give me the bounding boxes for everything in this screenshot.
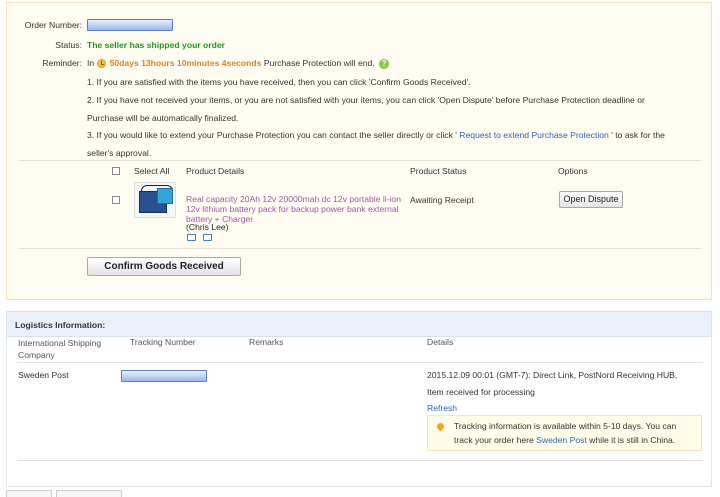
tip-line-1: Tracking information is available within… bbox=[454, 421, 677, 431]
reminder-text: In 50days 13hours 10minutes 4seconds Pur… bbox=[87, 58, 390, 69]
reminder-in: In bbox=[87, 58, 95, 68]
header-tracking: Tracking Number bbox=[130, 337, 196, 347]
clock-icon bbox=[96, 59, 106, 69]
details-line-1: 2015.12.09 00:01 (GMT-7): Direct Link, P… bbox=[427, 370, 678, 380]
details-line-2: Item received for processing bbox=[427, 387, 535, 397]
confirm-goods-received-button[interactable]: Confirm Goods Received bbox=[87, 257, 241, 276]
divider bbox=[19, 248, 701, 249]
seller-name: (Chris Lee) bbox=[186, 222, 229, 232]
reminder-tail: Purchase Protection will end. bbox=[263, 58, 375, 68]
header-product-details: Product Details bbox=[186, 166, 245, 176]
note-3a-post: ' to ask for the bbox=[611, 130, 665, 140]
select-all-checkbox[interactable] bbox=[112, 167, 120, 175]
tracking-number-redacted bbox=[121, 370, 207, 382]
chat-icon[interactable] bbox=[203, 234, 212, 241]
open-dispute-button[interactable]: Open Dispute bbox=[559, 191, 623, 208]
snapshot-icon[interactable] bbox=[187, 234, 196, 241]
refresh-link[interactable]: Refresh bbox=[427, 403, 457, 413]
item-checkbox[interactable] bbox=[112, 196, 120, 204]
logistics-panel: Logistics Information: International Shi… bbox=[6, 311, 712, 487]
tip-line-2-post: while it is still in China. bbox=[586, 435, 676, 445]
extend-protection-link[interactable]: Request to extend Purchase Protection bbox=[457, 130, 611, 140]
header-options: Options bbox=[558, 166, 588, 176]
countdown: 50days 13hours 10minutes 4seconds bbox=[109, 58, 262, 68]
help-icon[interactable]: ? bbox=[379, 58, 390, 69]
reminder-label: Reminder: bbox=[42, 58, 82, 68]
status-label: Status: bbox=[55, 40, 82, 50]
order-number-redacted bbox=[87, 19, 173, 31]
header-company: International Shipping Company bbox=[18, 338, 102, 360]
logistics-header: Logistics Information: bbox=[7, 312, 711, 337]
order-panel: Order Number: Status: The seller has shi… bbox=[6, 2, 712, 300]
tip-line-2-pre: track your order here bbox=[454, 435, 537, 445]
note-3a-pre: 3. If you would like to extend your Purc… bbox=[87, 130, 457, 140]
note-3b: seller's approval. bbox=[87, 148, 152, 158]
order-number-label: Order Number: bbox=[24, 20, 82, 30]
header-product-status: Product Status bbox=[410, 166, 467, 176]
header-details: Details bbox=[427, 337, 454, 347]
shipping-company: Sweden Post bbox=[18, 370, 69, 380]
status-value: The seller has shipped your order bbox=[87, 40, 226, 50]
note-3a: 3. If you would like to extend your Purc… bbox=[87, 130, 665, 140]
header-remarks: Remarks bbox=[249, 337, 284, 347]
product-thumbnail[interactable] bbox=[134, 182, 176, 218]
divider bbox=[17, 460, 703, 461]
note-2a: 2. If you have not received your items, … bbox=[87, 95, 645, 105]
location-pin-icon bbox=[435, 421, 446, 432]
tip-line-2: track your order here Sweden Post while … bbox=[454, 435, 675, 445]
sweden-post-link[interactable]: Sweden Post bbox=[536, 435, 587, 445]
note-2b: Purchase will be automatically finalized… bbox=[87, 113, 239, 123]
divider bbox=[19, 160, 701, 161]
divider bbox=[17, 362, 703, 363]
note-1: 1. If you are satisfied with the items y… bbox=[87, 77, 471, 87]
product-status-value: Awaiting Receipt bbox=[410, 195, 474, 205]
header-select-all: Select All bbox=[134, 166, 170, 176]
charger-shape bbox=[157, 188, 173, 204]
logistics-title: Logistics Information: bbox=[15, 320, 106, 330]
product-title-link[interactable]: Real capacity 20Ah 12v 20000mah dc 12v p… bbox=[186, 194, 406, 224]
tracking-tip: Tracking information is available within… bbox=[427, 415, 702, 451]
